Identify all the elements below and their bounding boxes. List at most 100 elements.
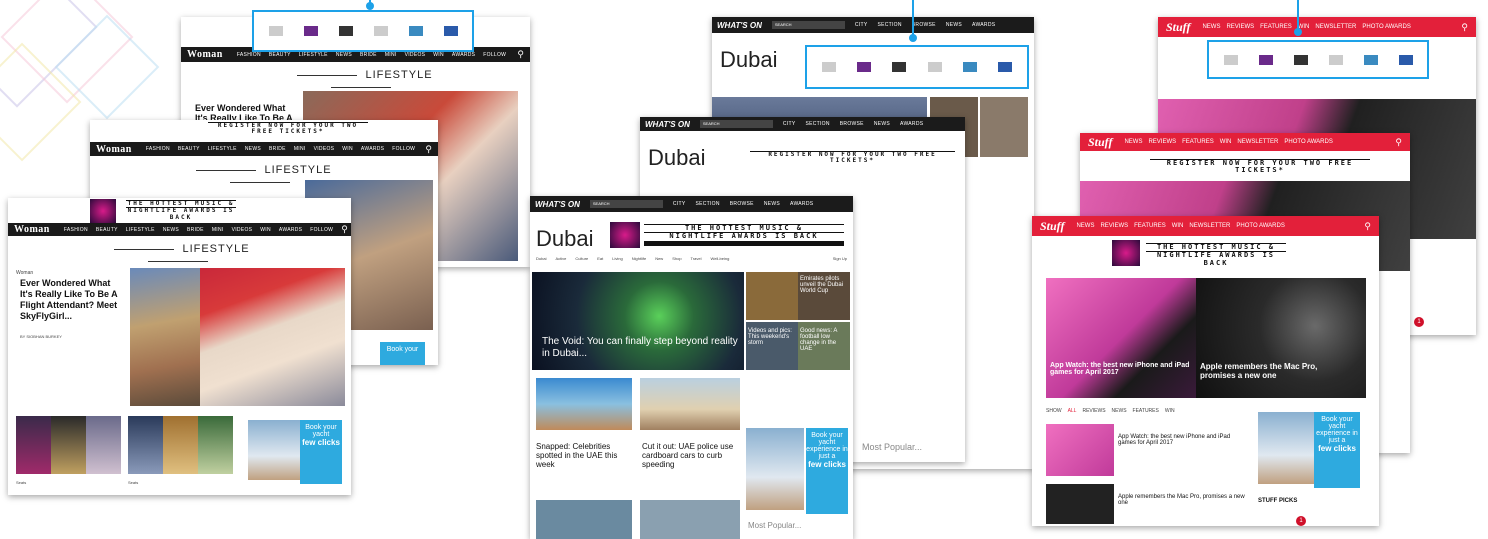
nav-follow[interactable]: FOLLOW <box>392 146 415 152</box>
subnav-culture[interactable]: Culture <box>575 256 588 261</box>
tab-win[interactable]: WIN <box>1165 408 1175 414</box>
article-image-left[interactable] <box>130 268 202 406</box>
nav-lifestyle[interactable]: LIFESTYLE <box>208 146 237 152</box>
nav-reviews[interactable]: REVIEWS <box>1226 24 1254 30</box>
subnav-travel[interactable]: Travel <box>691 256 702 261</box>
story-image-2[interactable] <box>640 378 740 430</box>
subnav-shop[interactable]: Shop <box>672 256 681 261</box>
search-input[interactable]: SEARCH <box>699 120 773 128</box>
thumb-3[interactable] <box>86 416 121 474</box>
nav-newsletter[interactable]: NEWSLETTER <box>1189 223 1230 229</box>
tab-reviews[interactable]: REVIEWS <box>1082 408 1105 414</box>
list-thumb-2[interactable] <box>1046 484 1114 524</box>
hero-image-right[interactable] <box>1196 278 1366 398</box>
nav-beauty[interactable]: BEAUTY <box>96 227 118 233</box>
story-image-1[interactable] <box>536 378 632 430</box>
subnav-nightlife[interactable]: Nightlife <box>632 256 646 261</box>
nav-newsletter[interactable]: NEWSLETTER <box>1237 139 1278 145</box>
nav-city[interactable]: CITY <box>783 121 796 127</box>
nav-photo-awards[interactable]: PHOTO AWARDS <box>1284 139 1332 145</box>
hero-1-title[interactable]: App Watch: the best new iPhone and iPad … <box>1050 362 1190 376</box>
nav-videos[interactable]: VIDEOS <box>232 227 253 233</box>
nav-city[interactable]: CITY <box>855 22 868 28</box>
nav-follow[interactable]: FOLLOW <box>310 227 333 233</box>
nav-features[interactable]: FEATURES <box>1134 223 1166 229</box>
thumb-5[interactable] <box>163 416 198 474</box>
nav-photo-awards[interactable]: PHOTO AWARDS <box>1236 223 1284 229</box>
nav-news[interactable]: NEWS <box>245 146 261 152</box>
nav-mini[interactable]: MINI <box>294 146 306 152</box>
nav-lifestyle[interactable]: LIFESTYLE <box>299 52 328 58</box>
nav-reviews[interactable]: REVIEWS <box>1100 223 1128 229</box>
list-1-title[interactable]: App Watch: the best new iPhone and iPad … <box>1118 434 1248 446</box>
nav-mini[interactable]: MINI <box>212 227 224 233</box>
search-input[interactable]: SEARCH <box>771 21 845 29</box>
side-story-4-title[interactable]: Good news: A football low change in the … <box>800 328 848 352</box>
nav-news[interactable]: NEWS <box>1124 139 1142 145</box>
article-headline[interactable]: Ever Wondered What It's Really Like To B… <box>20 278 120 322</box>
nav-win[interactable]: WIN <box>260 227 271 233</box>
yacht-ad[interactable]: Book your yacht few clicks <box>300 420 342 484</box>
woman-logo[interactable]: Woman <box>187 49 223 60</box>
nav-news[interactable]: NEWS <box>874 121 890 127</box>
nav-news[interactable]: NEWS <box>336 52 352 58</box>
story-1-title[interactable]: Snapped: Celebrities spotted in the UAE … <box>536 442 632 469</box>
nav-win[interactable]: WIN <box>342 146 353 152</box>
nav-reviews[interactable]: REVIEWS <box>1148 139 1176 145</box>
search-icon[interactable]: ⚲ <box>1461 22 1468 33</box>
nav-section[interactable]: SECTION <box>877 22 901 28</box>
nav-fashion[interactable]: FASHION <box>64 227 88 233</box>
nav-news[interactable]: NEWS <box>1202 24 1220 30</box>
whatson-logo[interactable]: WHAT'S ON <box>645 120 690 129</box>
nav-follow[interactable]: FOLLOW <box>483 52 506 58</box>
search-icon[interactable]: ⚲ <box>1364 221 1371 232</box>
yacht-image[interactable] <box>1258 412 1314 484</box>
whatson-logo[interactable]: WHAT'S ON <box>535 200 580 209</box>
side-story-1-title[interactable]: Emirates pilots unveil the Dubai World C… <box>800 276 848 294</box>
hottest-banner[interactable]: THE HOTTEST MUSIC & NIGHTLIFE AWARDS IS … <box>1146 243 1286 268</box>
nav-bride[interactable]: BRIDE <box>187 227 204 233</box>
woman-logo[interactable]: Woman <box>96 144 132 155</box>
nav-features[interactable]: FEATURES <box>1182 139 1214 145</box>
subnav-eat[interactable]: Eat <box>597 256 603 261</box>
story-image-3[interactable] <box>536 500 632 539</box>
yacht-ad[interactable]: Book your yacht experience in just a few… <box>1314 412 1360 488</box>
nav-awards[interactable]: AWARDS <box>279 227 302 233</box>
register-banner[interactable]: REGISTER NOW FOR YOUR TWO FREE TICKETS* <box>1150 159 1370 175</box>
thumb-1[interactable] <box>16 416 51 474</box>
tab-features[interactable]: FEATURES <box>1133 408 1159 414</box>
notification-badge[interactable]: 1 <box>1296 516 1306 526</box>
search-input[interactable]: SEARCH <box>589 200 663 208</box>
whatson-logo[interactable]: WHAT'S ON <box>717 21 762 30</box>
subnav-new[interactable]: New <box>655 256 663 261</box>
nav-awards[interactable]: AWARDS <box>790 201 813 207</box>
nav-section[interactable]: SECTION <box>805 121 829 127</box>
stuff-logo[interactable]: Stuff <box>1040 219 1064 234</box>
hero-headline[interactable]: The Void: You can finally step beyond re… <box>542 336 742 360</box>
woman-logo[interactable]: Woman <box>14 224 50 235</box>
nav-awards[interactable]: AWARDS <box>900 121 923 127</box>
story-image-4[interactable] <box>640 500 740 539</box>
list-2-title[interactable]: Apple remembers the Mac Pro, promises a … <box>1118 494 1248 506</box>
yacht-ad[interactable]: Book your yacht experience in just a few… <box>806 428 848 514</box>
nav-news[interactable]: NEWS <box>764 201 780 207</box>
register-banner[interactable]: REGISTER NOW FOR YOUR TWO FREE TICKETS* <box>208 122 368 136</box>
nav-browse[interactable]: BROWSE <box>840 121 864 127</box>
tab-show[interactable]: SHOW <box>1046 408 1062 414</box>
nav-win[interactable]: WIN <box>1220 139 1232 145</box>
notification-badge[interactable]: 1 <box>1414 317 1424 327</box>
nav-browse[interactable]: BROWSE <box>912 22 936 28</box>
article-image-right[interactable] <box>200 268 345 406</box>
tab-all[interactable]: ALL <box>1068 408 1077 414</box>
nav-videos[interactable]: VIDEOS <box>314 146 335 152</box>
register-banner[interactable]: CITY REGISTER NOW FOR YOUR TWO FREE TICK… <box>750 151 955 165</box>
thumb-2[interactable] <box>51 416 86 474</box>
hottest-banner[interactable]: THE HOTTEST MUSIC & NIGHTLIFE AWARDS IS … <box>126 200 236 221</box>
side-story-3-title[interactable]: Videos and pics: This weekend's storm <box>748 328 796 346</box>
nav-section[interactable]: SECTION <box>695 201 719 207</box>
thumb-4[interactable] <box>128 416 163 474</box>
nav-news[interactable]: NEWS <box>946 22 962 28</box>
stuff-logo[interactable]: Stuff <box>1088 135 1112 150</box>
thumb-6[interactable] <box>198 416 233 474</box>
nav-beauty[interactable]: BEAUTY <box>178 146 200 152</box>
